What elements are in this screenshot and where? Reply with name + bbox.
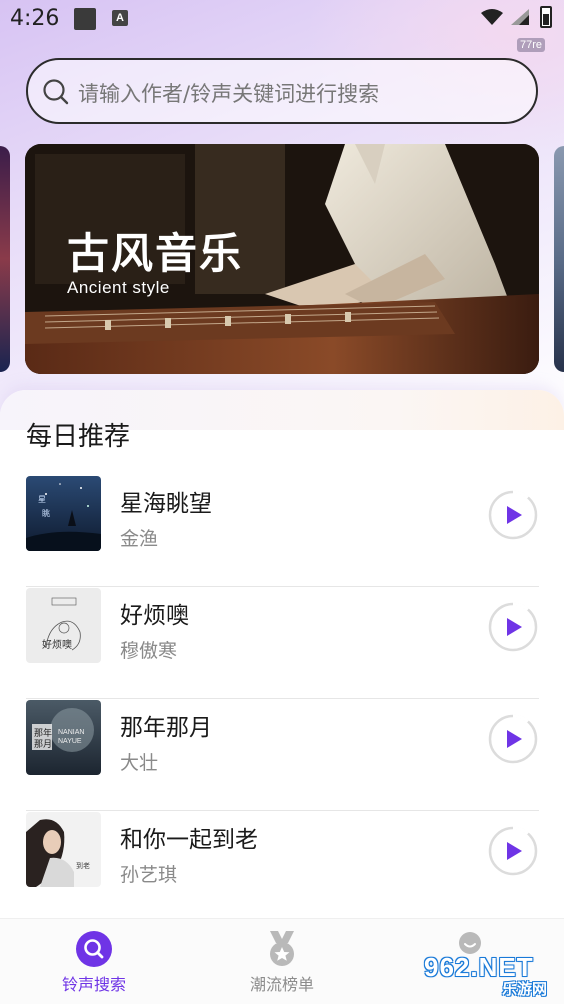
battery-icon [540,6,552,28]
svg-text:那月: 那月 [34,739,52,750]
svg-text:到老: 到老 [76,861,90,870]
tab-label: 潮流榜单 [249,975,314,994]
search-input[interactable]: 请输入作者/铃声关键词进行搜索 [78,78,379,108]
song-artist: 孙艺琪 [120,864,178,886]
song-title: 和你一起到老 [120,827,258,853]
album-cover: 那年 那月 NANIAN NAYUE [26,700,101,775]
signal-icon [511,9,529,25]
song-row[interactable]: 到老 和你一起到老 孙艺琪 [26,812,539,923]
banner-next-peek[interactable] [554,146,564,372]
tab-trending-chart[interactable]: 潮流榜单 [188,919,376,1004]
song-title: 好烦噢 [120,603,189,629]
album-cover: 到老 [26,812,101,887]
site-watermark: 962.NET 乐游网 [424,952,560,1000]
watermark-subtext: 乐游网 [502,980,548,998]
play-icon[interactable] [488,490,538,540]
section-title: 每日推荐 [26,422,131,452]
medal-icon [270,931,294,966]
banner-prev-peek[interactable] [0,146,10,372]
song-artist: 穆傲寒 [120,640,178,662]
status-bar: 4:26 A [0,0,564,38]
status-time: 4:26 [10,6,60,31]
tab-label: 铃声搜索 [61,975,126,994]
play-icon[interactable] [488,714,538,764]
banner-title: 古风音乐 [67,229,244,278]
search-icon [76,931,112,967]
album-cover: 好烦噢 [26,588,101,663]
corner-badge: 77re [517,38,546,52]
song-row[interactable]: 星 眺 星海眺望 金渔 [26,476,539,587]
tab-ringtone-search[interactable]: 铃声搜索 [0,919,188,1004]
song-row[interactable]: 那年 那月 NANIAN NAYUE 那年那月 大壮 [26,700,539,811]
play-icon[interactable] [488,602,538,652]
search-bar[interactable]: 请输入作者/铃声关键词进行搜索 [26,58,538,124]
notification-square-icon [74,8,96,30]
song-artist: 金渔 [120,528,159,550]
daily-recommend-section: 每日推荐 星 眺 星海眺望 金渔 好烦噢 好烦噢 穆傲寒 那年 那月 NANIA… [0,390,564,923]
song-title: 那年那月 [120,715,212,741]
svg-text:眺: 眺 [42,508,50,518]
svg-text:NAYUE: NAYUE [58,738,82,745]
svg-text:星: 星 [38,495,46,504]
svg-text:NANIAN: NANIAN [58,729,84,736]
wifi-icon [481,9,503,25]
play-icon[interactable] [488,826,538,876]
svg-text:好烦噢: 好烦噢 [42,638,72,651]
song-row[interactable]: 好烦噢 好烦噢 穆傲寒 [26,588,539,699]
notification-app-icon: A [112,10,128,26]
song-title: 星海眺望 [120,491,212,517]
banner-subtitle: Ancient style [67,278,170,297]
song-artist: 大壮 [120,752,159,774]
svg-text:那年: 那年 [34,727,52,739]
banner-card[interactable]: 古风音乐 Ancient style [25,144,539,374]
search-icon [43,79,69,105]
album-cover: 星 眺 [26,476,101,551]
